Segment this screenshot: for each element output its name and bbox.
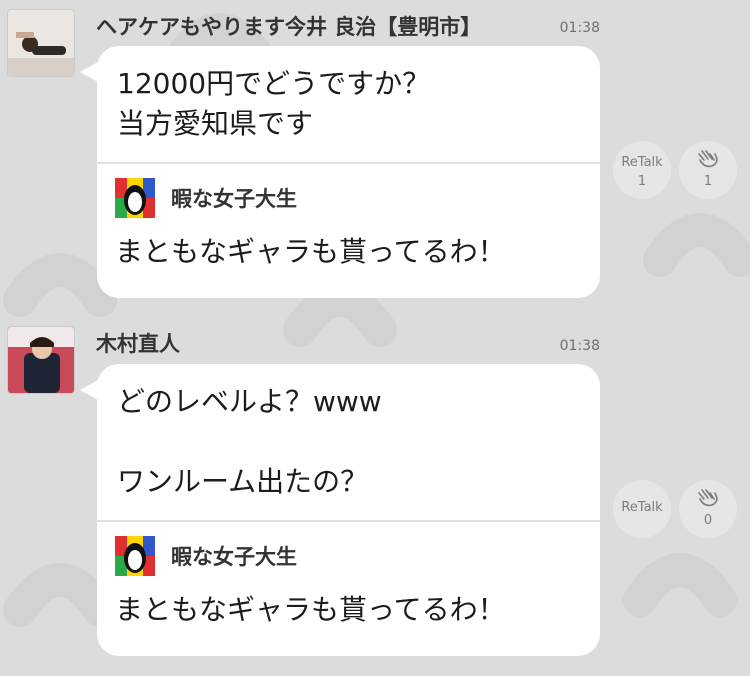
username[interactable]: ヘアケアもやります今井 良治【豊明市】: [96, 11, 481, 41]
clap-button[interactable]: 1: [679, 141, 737, 199]
quote-text: まともなギャラも貰ってるわ！: [115, 593, 506, 626]
clap-count: 0: [703, 513, 713, 528]
retalk-button[interactable]: ReTalk 1: [613, 141, 671, 199]
quote-username: 暇な女子大生: [171, 545, 297, 569]
clap-count: 1: [703, 174, 713, 189]
retalk-count: 1: [637, 174, 647, 189]
username[interactable]: 木村直人: [96, 328, 180, 358]
bubble-tail: [80, 380, 98, 400]
bubble-tail: [80, 62, 98, 82]
quote-avatar: [115, 536, 155, 576]
quote-avatar: [115, 178, 155, 218]
message-bubble[interactable]: 12000円でどうですか？ 当方愛知県です 暇な女子大生 まともなギャラも貰って…: [97, 46, 600, 298]
message-text: 12000円でどうですか？ 当方愛知県です: [117, 67, 431, 140]
clap-icon: [698, 489, 718, 507]
message-bubble[interactable]: どのレベルよ？www ワンルーム出たの？ 暇な女子大生 まともなギャラも貰ってる…: [97, 364, 600, 656]
quoted-talk[interactable]: 暇な女子大生 まともなギャラも貰ってるわ！: [97, 162, 600, 286]
avatar[interactable]: [8, 327, 74, 393]
quoted-talk[interactable]: 暇な女子大生 まともなギャラも貰ってるわ！: [97, 520, 600, 644]
avatar[interactable]: [8, 10, 74, 76]
retalk-button[interactable]: ReTalk: [613, 480, 671, 538]
clap-button[interactable]: 0: [679, 480, 737, 538]
retalk-label: ReTalk: [621, 500, 663, 515]
quote-text: まともなギャラも貰ってるわ！: [115, 235, 506, 268]
clap-icon: [698, 150, 718, 168]
quote-username: 暇な女子大生: [171, 187, 297, 211]
retalk-label: ReTalk: [621, 155, 663, 170]
timestamp: 01:38: [559, 20, 600, 36]
timestamp: 01:38: [559, 338, 600, 354]
message-text: どのレベルよ？www ワンルーム出たの？: [117, 385, 382, 498]
